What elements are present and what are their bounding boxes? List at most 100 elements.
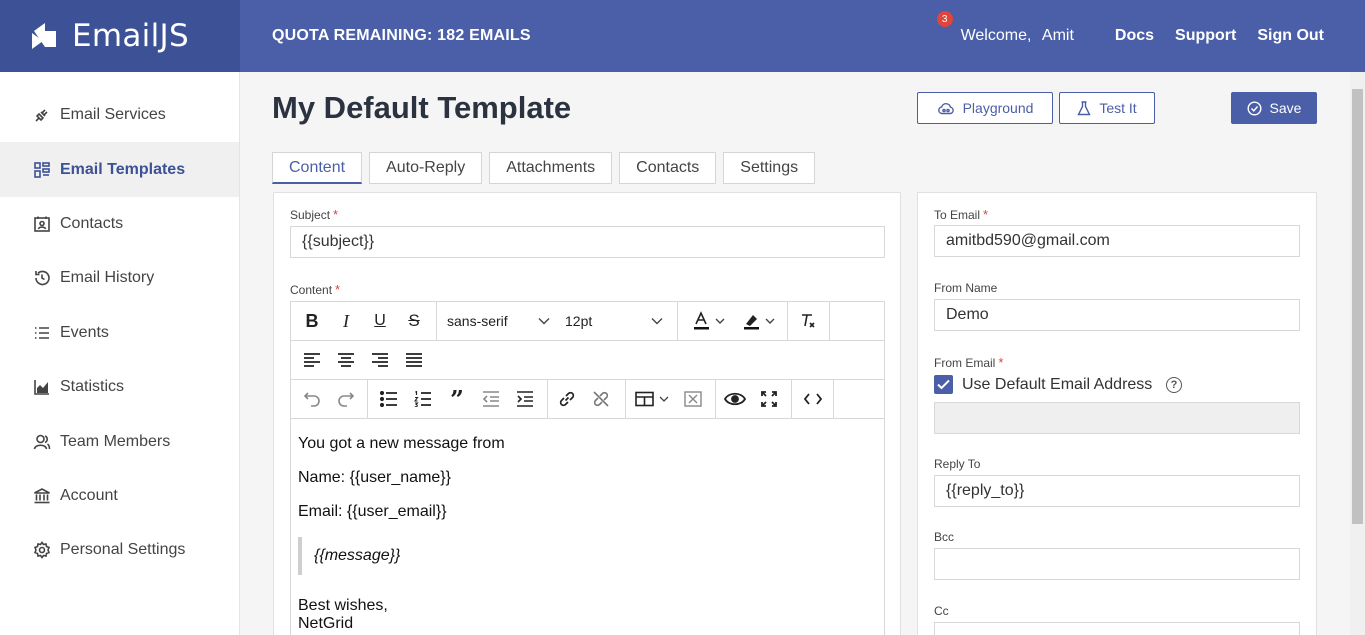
checkmark-icon (937, 379, 950, 390)
use-default-email-checkbox[interactable] (934, 375, 953, 394)
sidebar-item-label: Statistics (60, 378, 125, 396)
test-it-button[interactable]: Test It (1059, 92, 1155, 124)
unlink-button[interactable] (587, 380, 615, 418)
sidebar-item-team-members[interactable]: Team Members (0, 414, 239, 468)
underline-button[interactable]: U (367, 302, 393, 340)
tab-auto-reply[interactable]: Auto-Reply (369, 152, 483, 184)
template-tabs: Content Auto-Reply Attachments Contacts … (272, 152, 822, 184)
user-name: Amit (1041, 27, 1074, 44)
reply-to-input[interactable]: {{reply_to}} (934, 475, 1300, 507)
user-group-icon (32, 432, 52, 452)
body-line: Email: {{user_email}} (298, 503, 447, 520)
undo-button[interactable] (299, 380, 325, 418)
welcome-user[interactable]: 3 Welcome, Amit (936, 11, 1074, 45)
numbered-list-button[interactable] (409, 380, 437, 418)
signature: Best wishes, NetGrid (298, 597, 388, 632)
history-icon (32, 268, 52, 288)
editor-content[interactable]: You got a new message from Name: {{user_… (298, 435, 873, 635)
content-label: Content * (290, 282, 341, 297)
from-name-input[interactable]: Demo (934, 299, 1300, 331)
insert-table-button[interactable] (631, 380, 675, 418)
docs-link[interactable]: Docs (1115, 27, 1154, 45)
sidebar-item-contacts[interactable]: Contacts (0, 197, 239, 251)
tab-attachments[interactable]: Attachments (489, 152, 613, 184)
sidebar-item-label: Events (60, 323, 109, 341)
indent-button[interactable] (511, 380, 539, 418)
sign-out-link[interactable]: Sign Out (1257, 27, 1324, 45)
cloud-icon (937, 103, 954, 115)
top-bar: EmailJS QUOTA REMAINING: 182 EMAILS 3 We… (0, 0, 1365, 72)
font-size-select[interactable]: 12pt (559, 302, 669, 340)
contact-card-icon (32, 214, 52, 234)
from-name-label: From Name (934, 281, 998, 295)
highlight-color-button[interactable] (735, 302, 783, 340)
align-justify-icon (406, 353, 422, 367)
unlink-icon (593, 391, 609, 407)
help-icon[interactable]: ? (1166, 377, 1182, 393)
sidebar-item-events[interactable]: Events (0, 306, 239, 360)
save-button[interactable]: Save (1231, 92, 1317, 124)
chart-icon (32, 377, 52, 397)
italic-button[interactable]: I (333, 302, 359, 340)
playground-label: Playground (962, 100, 1034, 116)
bullet-list-button[interactable] (375, 380, 403, 418)
tab-content[interactable]: Content (272, 152, 363, 184)
clear-formatting-button[interactable] (793, 302, 823, 340)
body-line: Name: {{user_name}} (298, 469, 451, 486)
sidebar-item-account[interactable]: Account (0, 469, 239, 523)
remove-box-icon (684, 391, 702, 407)
preview-button[interactable] (721, 380, 749, 418)
from-email-input (934, 402, 1300, 434)
use-default-email-label[interactable]: Use Default Email Address (962, 376, 1152, 394)
sidebar-item-personal-settings[interactable]: Personal Settings (0, 523, 239, 577)
strikethrough-button[interactable]: S (401, 302, 427, 340)
list-icon (32, 323, 52, 343)
save-label: Save (1269, 100, 1302, 116)
sidebar-item-statistics[interactable]: Statistics (0, 360, 239, 414)
eye-icon (724, 392, 746, 406)
sidebar-item-email-history[interactable]: Email History (0, 251, 239, 305)
font-family-value: sans-serif (447, 313, 508, 329)
bullet-list-icon (380, 391, 397, 407)
quota-remaining: QUOTA REMAINING: 182 EMAILS (272, 27, 531, 44)
align-right-icon (372, 353, 388, 367)
redo-icon (338, 392, 355, 407)
text-color-button[interactable] (685, 302, 733, 340)
insert-link-button[interactable] (553, 380, 581, 418)
subject-label: Subject * (290, 207, 339, 222)
indent-icon (517, 391, 533, 407)
sidebar-item-email-templates[interactable]: Email Templates (0, 142, 239, 197)
source-code-button[interactable] (799, 380, 827, 418)
logo[interactable]: EmailJS (0, 0, 240, 72)
align-justify-button[interactable] (401, 341, 427, 379)
align-center-button[interactable] (333, 341, 359, 379)
from-email-label: From Email * (934, 355, 1004, 370)
font-family-select[interactable]: sans-serif (441, 302, 556, 340)
code-icon (804, 393, 822, 405)
tab-settings[interactable]: Settings (723, 152, 816, 184)
bold-button[interactable]: B (299, 302, 325, 340)
subject-input[interactable]: {{subject}} (290, 226, 885, 258)
remove-format-button[interactable] (679, 380, 707, 418)
cc-input[interactable] (934, 622, 1300, 635)
check-circle-icon (1247, 100, 1262, 116)
align-left-button[interactable] (299, 341, 325, 379)
tab-contacts[interactable]: Contacts (619, 152, 717, 184)
chevron-down-icon (651, 318, 663, 325)
redo-button[interactable] (333, 380, 359, 418)
outdent-button[interactable] (477, 380, 505, 418)
plug-icon (32, 105, 52, 125)
sidebar-item-email-services[interactable]: Email Services (0, 88, 239, 142)
notification-badge[interactable]: 3 (936, 11, 953, 27)
scrollbar-thumb[interactable] (1352, 89, 1363, 524)
playground-button[interactable]: Playground (917, 92, 1053, 124)
align-right-button[interactable] (367, 341, 393, 379)
page-title: My Default Template (272, 90, 572, 125)
support-link[interactable]: Support (1175, 27, 1236, 45)
fullscreen-button[interactable] (755, 380, 783, 418)
to-email-input[interactable]: amitbd590@gmail.com (934, 225, 1300, 257)
bcc-input[interactable] (934, 548, 1300, 580)
table-icon (635, 391, 669, 407)
blockquote-button[interactable]: ” (443, 380, 471, 418)
toolbar-row-2 (291, 341, 884, 380)
